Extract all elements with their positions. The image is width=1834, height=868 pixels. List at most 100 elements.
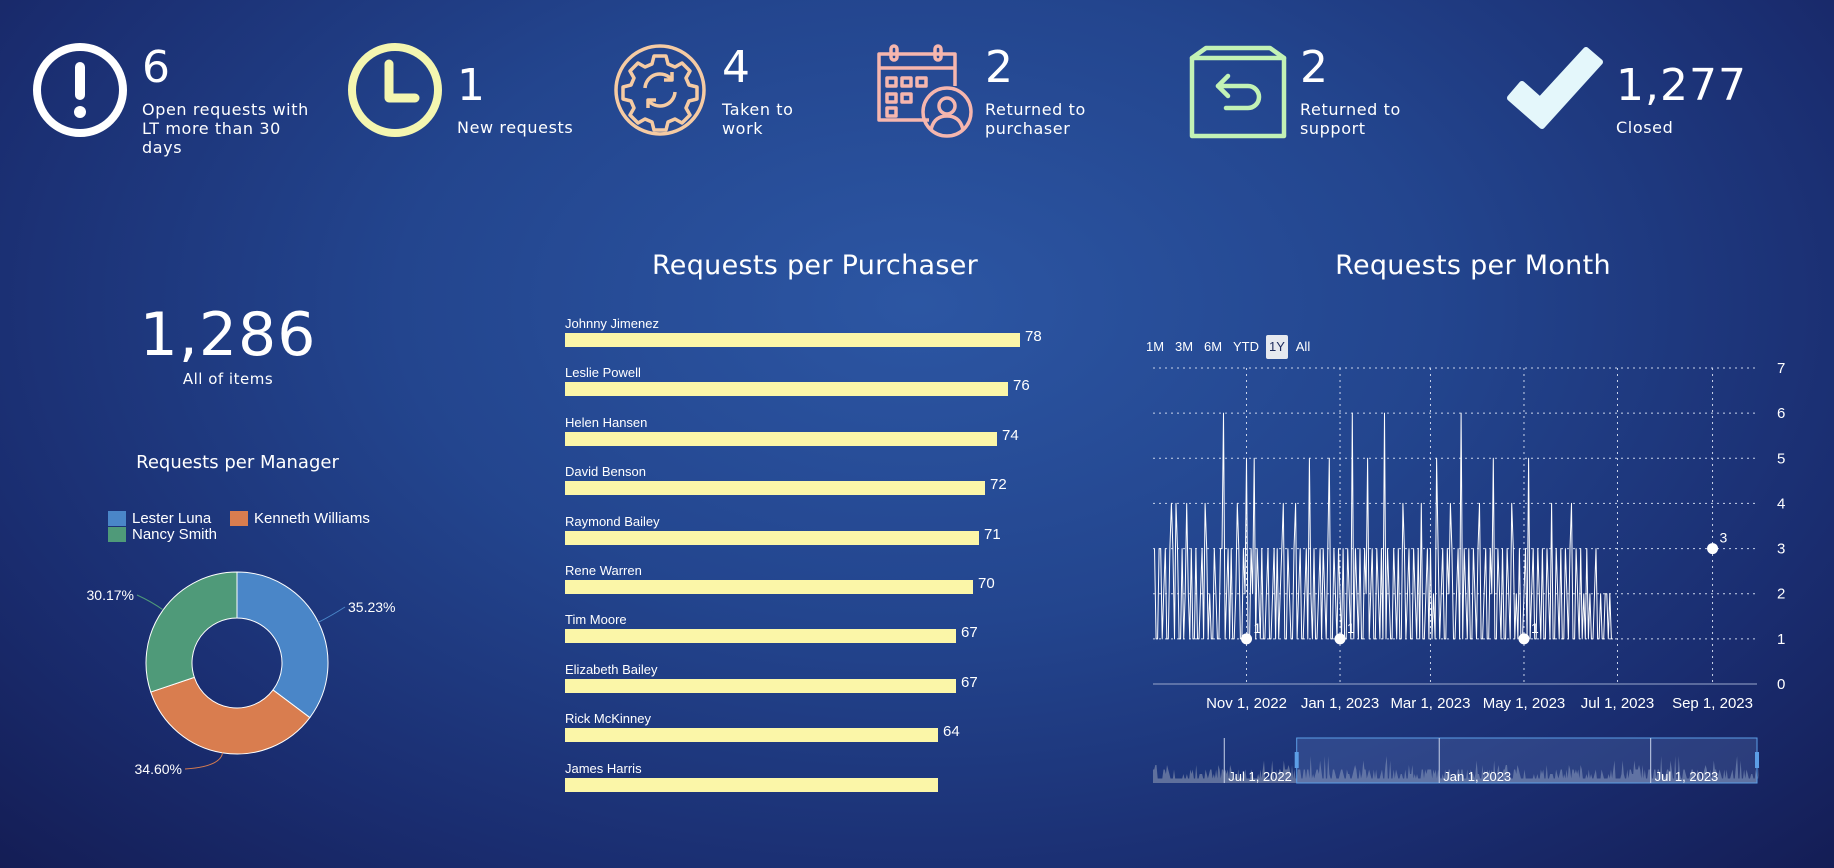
kpi-value: 4 [722,42,751,93]
kpi-label: Returned to purchaser [985,100,1086,138]
y-tick-label: 3 [1777,541,1785,558]
bar-category-label: Rene Warren [565,563,642,578]
data-point[interactable] [1707,543,1719,555]
bar-row[interactable]: James Harris [565,761,1065,801]
bar-value-label: 70 [978,575,995,592]
kpi-value: 6 [142,42,171,93]
x-tick-label: May 1, 2023 [1483,695,1566,712]
bar[interactable] [565,678,956,693]
kpi-label: Taken to work [722,100,794,138]
data-label: 1 [1531,620,1539,636]
donut-slice-lester-luna[interactable] [236,571,329,719]
bar-value-label: 67 [961,673,978,691]
legend-swatch [108,511,126,526]
bar[interactable] [565,333,1020,347]
bar-value-label: 76 [1013,377,1030,395]
manager-donut-chart: 35.23% 34.60% 30.17% [87,571,395,777]
month-chart-title: Requests per Month [1335,250,1611,281]
y-tick-label: 5 [1777,450,1785,467]
kpi-label: Returned to support [1300,100,1401,138]
y-tick-label: 6 [1777,405,1785,422]
legend-swatch [108,527,126,542]
x-tick-label: Mar 1, 2023 [1390,695,1470,712]
clock-icon [348,43,442,137]
data-point[interactable] [1334,633,1346,645]
bar-value-label: 72 [990,476,1007,494]
bar-row[interactable]: Tim Moore 67 [565,612,1065,656]
x-tick-label: Jan 1, 2023 [1301,695,1379,712]
data-label: 1 [1347,620,1355,636]
month-line-chart: 0 1 2 3 4 5 6 7 Nov 1, 2022 Jan 1, 2023 Mar 1, 202… [1153,360,1785,784]
bar-row[interactable]: Johnny Jimenez 78 [565,316,1065,360]
data-point[interactable] [1518,633,1530,645]
bar-category-label: Rick McKinney [565,711,651,727]
y-tick-label: 1 [1777,631,1785,648]
navigator-handle-right[interactable] [1755,752,1759,768]
donut-slice-nancy-smith[interactable] [145,571,238,693]
kpi-value: 2 [985,42,1014,93]
kpi-value: 1,277 [1616,60,1747,111]
x-tick-label: Jul 1, 2023 [1581,695,1654,712]
navigator-label: Jul 1, 2023 [1655,769,1719,784]
total-items-value: 1,286 [139,300,317,370]
bar[interactable] [565,481,985,496]
data-label: 1 [1254,620,1262,636]
bar-row[interactable]: Rick McKinney 64 [565,711,1065,755]
exclamation-circle-icon [33,43,127,137]
calendar-person-icon [877,44,973,138]
bar[interactable] [565,629,956,644]
kpi-value: 1 [457,60,486,111]
bar-row[interactable]: David Benson 72 [565,464,1065,508]
data-label: 3 [1720,530,1728,546]
data-label-connector [184,752,224,770]
bar-value-label: 78 [1025,328,1042,345]
bar-value-label: 74 [1002,426,1019,444]
bar[interactable] [565,728,938,743]
kpi-label: New requests [457,118,574,137]
legend-label: Nancy Smith [132,526,218,543]
data-label-connector [318,606,346,623]
x-tick-label: Nov 1, 2022 [1206,695,1287,712]
bar-value-label: 64 [943,723,960,741]
bar-category-label: David Benson [565,464,646,480]
y-tick-label: 4 [1777,495,1785,512]
bar-row[interactable]: Elizabeth Bailey 67 [565,662,1065,706]
bar-category-label: Tim Moore [565,612,627,628]
bar-row[interactable]: Leslie Powell 76 [565,365,1065,409]
bar-row[interactable]: Raymond Bailey 71 [565,514,1065,558]
gear-refresh-icon [614,44,706,136]
bar-value-label: 67 [961,624,978,642]
navigator-label: Jul 1, 2022 [1228,769,1292,784]
bar[interactable] [565,777,938,792]
navigator-handle-left[interactable] [1294,752,1299,768]
checkmark-icon [1507,47,1603,129]
bar-category-label: Raymond Bailey [565,513,660,529]
bar-category-label: Johnny Jimenez [565,316,659,331]
y-tick-label: 7 [1777,360,1785,377]
total-items-label: All of items [182,370,274,388]
bar-category-label: James Harris [565,760,642,776]
bar[interactable] [565,580,973,594]
bar-row[interactable]: Helen Hansen 74 [565,415,1065,459]
y-tick-label: 0 [1777,676,1785,693]
kpi-value: 2 [1300,42,1329,93]
bar[interactable] [565,431,997,446]
bar[interactable] [565,382,1008,397]
bar[interactable] [565,530,979,545]
box-return-icon [1189,45,1287,139]
legend-label: Kenneth Williams [254,510,370,527]
y-tick-label: 2 [1777,586,1785,603]
bar-value-label: 71 [984,525,1001,543]
series-line [1154,412,1613,640]
legend-swatch [230,511,248,526]
kpi-label: Open requests with LT more than 30 days [142,100,309,157]
bar-row[interactable]: Rene Warren 70 [565,563,1065,607]
bar-category-label: Leslie Powell [565,365,641,381]
data-label-connector [136,594,164,611]
manager-chart-title: Requests per Manager [136,452,339,473]
data-point[interactable] [1241,633,1253,645]
bar-category-label: Helen Hansen [565,414,648,430]
data-label: 30.17% [87,587,134,603]
data-label: 34.60% [135,761,182,777]
kpi-label: Closed [1616,118,1674,137]
